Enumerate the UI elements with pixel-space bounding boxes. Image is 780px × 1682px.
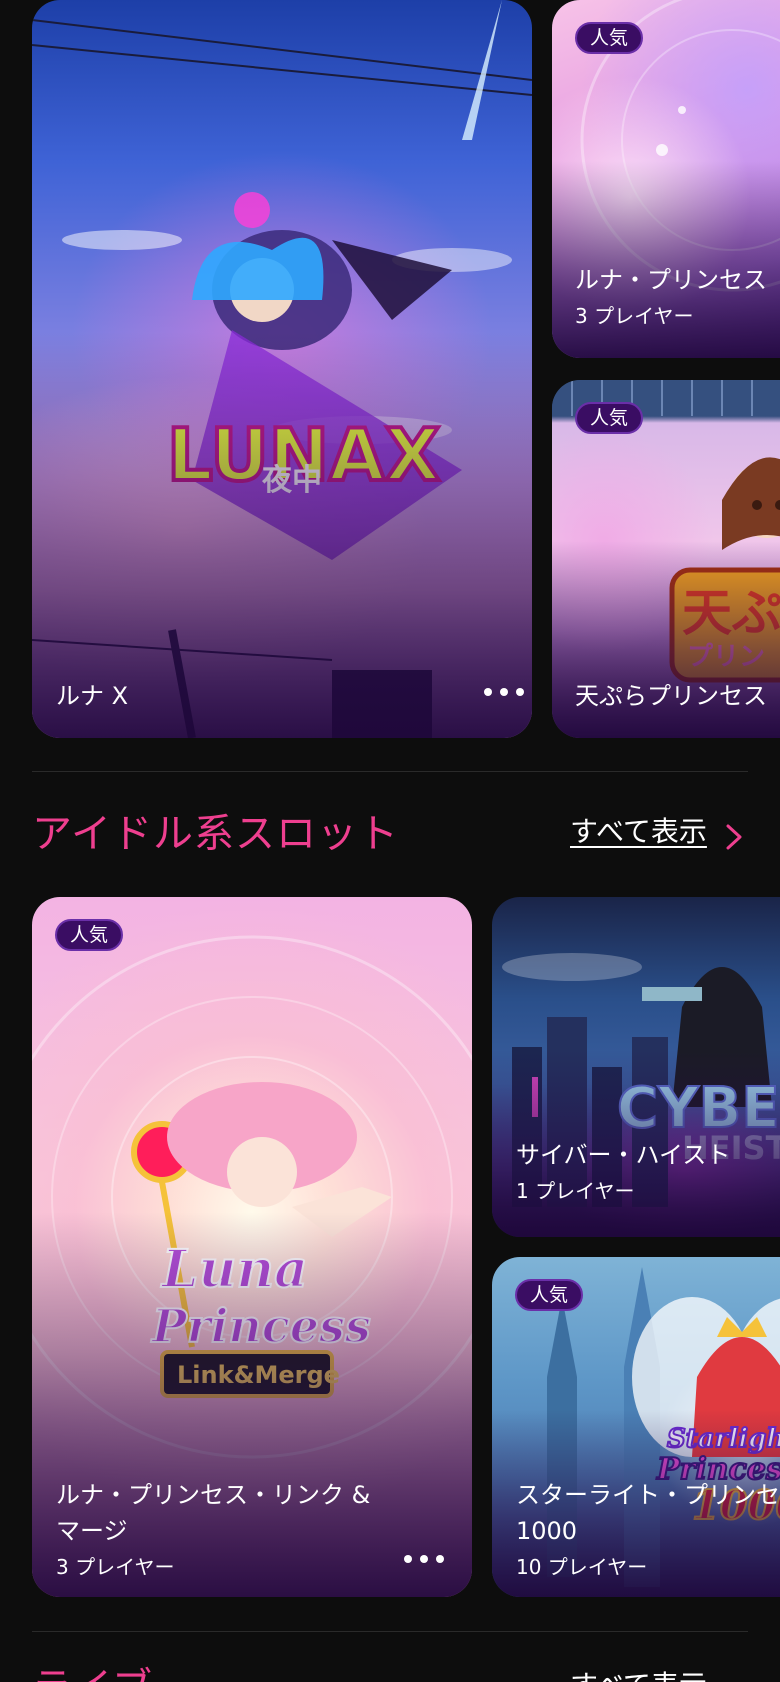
more-options-icon[interactable] <box>484 682 524 702</box>
section-title-idol-slots: アイドル系スロット <box>32 811 399 857</box>
player-count: 10 プレイヤー <box>516 1555 648 1579</box>
game-title-line2: マージ <box>56 1517 128 1545</box>
section-divider <box>32 1631 748 1632</box>
game-title: ルナ X <box>56 682 129 710</box>
game-title: ルナ・プリンセス <box>575 266 767 294</box>
more-options-icon[interactable] <box>404 1549 444 1569</box>
chevron-right-icon[interactable] <box>722 822 746 852</box>
popular-badge: 人気 <box>515 1279 584 1311</box>
game-card-luna-princess-link-merge[interactable]: Luna Princess Link&Merge 人気 ルナ・プリンセス・リンク… <box>32 897 472 1597</box>
game-card-tempura-princess[interactable]: 天ぷ プリン 人気 天ぷらプリンセス <box>552 380 780 738</box>
popular-badge: 人気 <box>55 919 124 951</box>
game-card-cyber-heist[interactable]: CYBER HEIST サイバー・ハイスト 1 プレイヤー <box>492 897 780 1237</box>
game-title-line1: スターライト・プリンセス <box>516 1481 780 1509</box>
player-count: 3 プレイヤー <box>575 304 694 328</box>
player-count: 1 プレイヤー <box>516 1179 635 1203</box>
player-count: 3 プレイヤー <box>56 1555 175 1579</box>
section-title-live: ライブ <box>32 1660 152 1682</box>
section-divider <box>32 771 748 772</box>
game-title: 天ぷらプリンセス <box>575 682 767 710</box>
popular-badge: 人気 <box>575 402 644 434</box>
game-lobby: LUNAX 夜中 ルナ X 人気 ルナ・プリンセス 3 プレイヤー <box>0 0 780 1682</box>
see-all-link[interactable]: すべて表示 <box>570 812 707 852</box>
game-card-luna-princess[interactable]: 人気 ルナ・プリンセス 3 プレイヤー <box>552 0 780 358</box>
game-title: サイバー・ハイスト <box>516 1141 731 1169</box>
game-title-line2: 1000 <box>516 1517 578 1545</box>
popular-badge: 人気 <box>575 22 644 54</box>
see-all-link[interactable]: すべて表示 <box>570 1666 707 1682</box>
game-card-starlight-princess-1000[interactable]: Starlight Princess 1000 人気 スターライト・プリンセス … <box>492 1257 780 1597</box>
game-card-luna-x[interactable]: LUNAX 夜中 ルナ X <box>32 0 532 738</box>
game-title-line1: ルナ・プリンセス・リンク & <box>56 1481 371 1509</box>
